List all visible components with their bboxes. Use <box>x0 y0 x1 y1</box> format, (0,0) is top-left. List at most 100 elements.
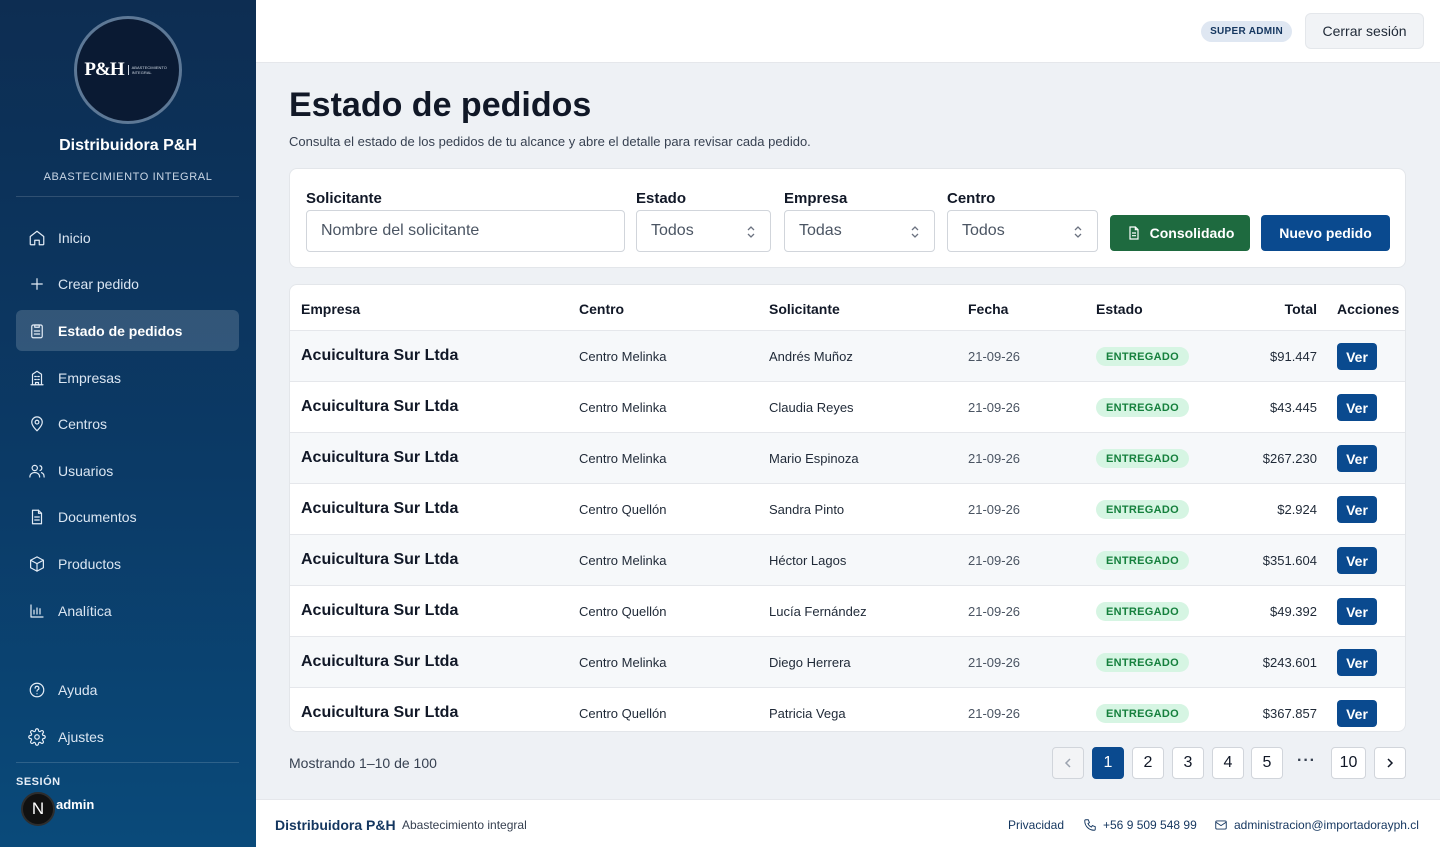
ver-button[interactable]: Ver <box>1337 445 1377 472</box>
session-label: SESIÓN <box>16 776 61 788</box>
cell-total: $91.447 <box>1270 349 1317 364</box>
table-row[interactable]: Acuicultura Sur Ltda Centro Melinka Mario … <box>290 433 1405 484</box>
cell-total: $267.230 <box>1262 451 1317 466</box>
sidebar-divider <box>16 762 239 763</box>
sidebar: P&H ABASTECIMIENTO INTEGRAL Distribuidor… <box>0 0 256 847</box>
table-row[interactable]: Acuicultura Sur Ltda Centro Melinka Andrés… <box>290 331 1405 382</box>
table-row[interactable]: Acuicultura Sur Ltda Centro Quellón Patric… <box>290 688 1405 731</box>
privacy-link[interactable]: Privacidad <box>1008 818 1064 832</box>
cell-empresa: Acuicultura Sur Ltda <box>301 500 459 517</box>
cell-fecha: 21-09-26 <box>968 706 1021 721</box>
sidebar-item-label: Empresas <box>58 369 122 386</box>
chevron-updown-icon <box>747 226 755 238</box>
sidebar-item-ajustes[interactable]: Ajustes <box>16 716 239 757</box>
sidebar-item-ayuda[interactable]: Ayuda <box>16 669 239 710</box>
consolidado-button[interactable]: Consolidado <box>1110 215 1250 251</box>
table-row[interactable]: Acuicultura Sur Ltda Centro Melinka Diego … <box>290 637 1405 688</box>
ver-button[interactable]: Ver <box>1337 394 1377 421</box>
cell-fecha: 21-09-26 <box>968 451 1021 466</box>
ver-button[interactable]: Ver <box>1337 496 1377 523</box>
sidebar-item-label: Usuarios <box>58 462 114 479</box>
consolidado-label: Consolidado <box>1149 225 1235 241</box>
estado-select-value: Todos <box>651 222 694 239</box>
solicitante-input[interactable] <box>306 210 625 252</box>
sidebar-item-label: Centros <box>58 415 108 432</box>
column-header-total[interactable]: Total <box>1285 301 1317 317</box>
page-button-3[interactable]: 3 <box>1172 747 1204 779</box>
nuevo-pedido-button[interactable]: Nuevo pedido <box>1261 215 1390 251</box>
status-badge: ENTREGADO <box>1096 602 1189 621</box>
footer: Distribuidora P&H Abastecimiento integra… <box>256 799 1440 847</box>
logout-button[interactable]: Cerrar sesión <box>1305 13 1424 49</box>
page-button-4[interactable]: 4 <box>1212 747 1244 779</box>
building-icon <box>30 370 44 385</box>
ver-button[interactable]: Ver <box>1337 598 1377 625</box>
estado-select[interactable]: Todos <box>636 210 771 252</box>
cell-fecha: 21-09-26 <box>968 604 1021 619</box>
status-badge: ENTREGADO <box>1096 653 1189 672</box>
company-logo[interactable]: P&H ABASTECIMIENTO INTEGRAL <box>74 16 182 124</box>
cell-fecha: 21-09-26 <box>968 655 1021 670</box>
sidebar-item-analitica[interactable]: Analítica <box>16 590 239 631</box>
sidebar-item-crear-pedido[interactable]: Crear pedido <box>16 263 239 304</box>
cell-total: $367.857 <box>1262 706 1317 721</box>
cell-empresa: Acuicultura Sur Ltda <box>301 347 459 364</box>
centro-select[interactable]: Todos <box>947 210 1098 252</box>
column-header-centro[interactable]: Centro <box>579 301 624 317</box>
ver-button[interactable]: Ver <box>1337 649 1377 676</box>
table-row[interactable]: Acuicultura Sur Ltda Centro Quellón Sandra… <box>290 484 1405 535</box>
phone-link[interactable]: +56 9 509 548 99 <box>1083 818 1197 832</box>
cell-centro: Centro Melinka <box>579 553 667 568</box>
cell-centro: Centro Quellón <box>579 604 667 619</box>
column-header-estado[interactable]: Estado <box>1096 301 1143 317</box>
page-button-5[interactable]: 5 <box>1251 747 1283 779</box>
centro-select-value: Todos <box>962 222 1005 239</box>
page-button-last[interactable]: 10 <box>1331 747 1366 779</box>
sidebar-item-label: Ajustes <box>58 728 104 745</box>
sidebar-item-centros[interactable]: Centros <box>16 403 239 444</box>
sidebar-item-usuarios[interactable]: Usuarios <box>16 450 239 491</box>
orders-table: Empresa Centro Solicitante Fecha Estado … <box>289 284 1406 732</box>
email-link-label: administracion@importadorayph.cl <box>1234 818 1419 832</box>
next-page-button[interactable] <box>1374 747 1406 779</box>
column-header-empresa[interactable]: Empresa <box>301 301 360 317</box>
sidebar-item-documentos[interactable]: Documentos <box>16 496 239 537</box>
cell-solicitante: Patricia Vega <box>769 706 846 721</box>
column-header-fecha[interactable]: Fecha <box>968 301 1008 317</box>
solicitante-label: Solicitante <box>306 190 382 207</box>
empresa-select[interactable]: Todas <box>784 210 935 252</box>
page-button-2[interactable]: 2 <box>1132 747 1164 779</box>
table-row[interactable]: Acuicultura Sur Ltda Centro Quellón Lucía … <box>290 586 1405 637</box>
table-row[interactable]: Acuicultura Sur Ltda Centro Melinka Héctor… <box>290 535 1405 586</box>
gear-icon <box>28 727 46 746</box>
sidebar-item-empresas[interactable]: Empresas <box>16 357 239 398</box>
chevron-updown-icon <box>1074 226 1082 238</box>
cell-centro: Centro Quellón <box>579 502 667 517</box>
prev-page-button[interactable] <box>1052 747 1084 779</box>
sidebar-item-productos[interactable]: Productos <box>16 543 239 584</box>
sidebar-item-label: Productos <box>58 555 122 572</box>
page-button-1[interactable]: 1 <box>1092 747 1124 779</box>
role-badge: SUPER ADMIN <box>1201 21 1292 42</box>
ver-button[interactable]: Ver <box>1337 700 1377 727</box>
sidebar-item-inicio[interactable]: Inicio <box>16 217 239 258</box>
footer-subtitle: Abastecimiento integral <box>402 818 527 832</box>
email-link[interactable]: administracion@importadorayph.cl <box>1214 818 1419 832</box>
avatar[interactable]: N <box>21 792 55 826</box>
centro-label: Centro <box>947 190 996 207</box>
status-badge: ENTREGADO <box>1096 704 1189 723</box>
sidebar-item-label: Analítica <box>58 602 112 619</box>
status-badge: ENTREGADO <box>1096 500 1189 519</box>
table-row[interactable]: Acuicultura Sur Ltda Centro Melinka Claudi… <box>290 382 1405 433</box>
cell-centro: Centro Melinka <box>579 349 667 364</box>
sidebar-item-estado-de-pedidos[interactable]: Estado de pedidos <box>16 310 239 351</box>
chevron-right-icon <box>1387 758 1394 768</box>
ver-button[interactable]: Ver <box>1337 343 1377 370</box>
phone-icon <box>1084 819 1096 831</box>
ver-button[interactable]: Ver <box>1337 547 1377 574</box>
cell-fecha: 21-09-26 <box>968 400 1021 415</box>
cell-centro: Centro Melinka <box>579 400 667 415</box>
cell-empresa: Acuicultura Sur Ltda <box>301 602 459 619</box>
document-icon <box>31 509 43 524</box>
column-header-solicitante[interactable]: Solicitante <box>769 301 840 317</box>
